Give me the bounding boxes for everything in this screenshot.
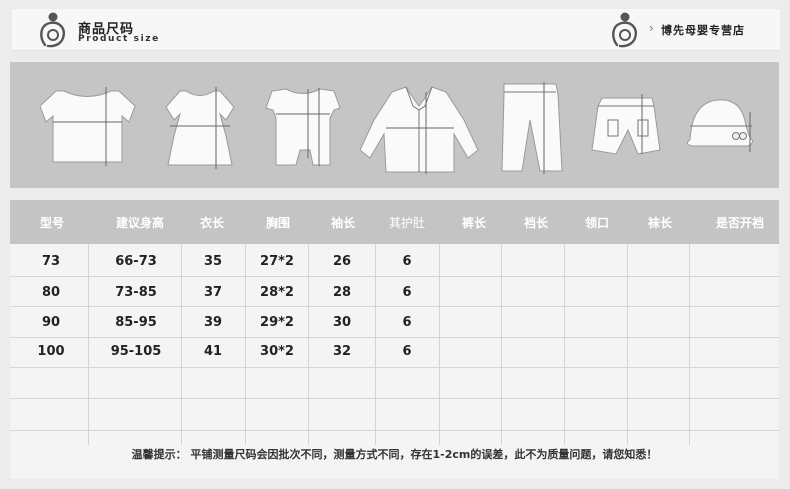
table-cell: 28*2 [260,285,294,300]
column-header-length: 衣长 [199,216,224,230]
shorts-icon [591,94,661,155]
column-header-sleeve: 袖长 [330,216,355,230]
table-cell: 35 [203,254,223,269]
jacket-icon [359,86,479,174]
header-bar: 商品尺码 Product size › 博先母婴专营店 [12,9,780,51]
column-header-pants-length: 裤长 [461,216,486,230]
table-cell: 6 [402,254,412,269]
long-pants-icon [501,82,563,174]
measurement-note: 温馨提示： 平铺测量尺码会因批次不同，测量方式不同，存在1-2cm的误差，此不为… [131,448,658,461]
chevron-right-icon: › [649,21,654,35]
table-cell: 6 [402,285,412,300]
table-cell: 66-73 [115,254,157,269]
romper-icon [265,88,341,166]
table-cell: 73-85 [115,285,157,300]
table-cell: 39 [203,315,223,330]
table-cell: 100 [37,344,65,359]
column-header-height: 建议身高 [115,216,164,230]
column-header-sock-length: 袜长 [647,216,672,230]
table-cell: 73 [41,254,61,269]
table-cell: 6 [402,315,412,330]
table-cell: 41 [203,344,223,359]
column-header-model: 型号 [39,216,64,230]
table-cell: 32 [332,344,352,359]
table-cell: 85-95 [115,315,157,330]
table-cell: 29*2 [260,315,294,330]
table-cell: 80 [41,285,61,300]
page-subtitle: Product size [78,34,160,44]
baby-in-womb-logo-icon [40,12,65,48]
table-cell: 30 [332,315,352,330]
table-header: 型号 建议身高 衣长 胸围 袖长 其护肚 裤长 裆长 领口 袜长 是否开裆 [10,200,779,244]
table-cell: 30*2 [260,344,294,359]
garment-diagram-band [10,62,779,188]
column-header-open-crotch: 是否开裆 [715,216,764,230]
size-table: 型号 建议身高 衣长 胸围 袖长 其护肚 裤长 裆长 领口 袜长 是否开裆 73… [10,200,779,479]
column-header-neckline: 领口 [584,216,609,230]
store-link[interactable]: 博先母婴专营店 [661,22,745,38]
t-shirt-icon [39,87,136,166]
table-cell: 27*2 [260,254,294,269]
baby-in-womb-logo-icon [612,12,637,48]
hat-icon [686,99,754,152]
table-cell: 6 [402,344,412,359]
table-cell: 37 [203,285,223,300]
column-header-chest: 胸围 [265,216,290,230]
column-header-belly-guard: 其护肚 [388,216,425,230]
dress-icon [165,87,235,169]
table-cell: 95-105 [110,344,162,359]
table-cell: 26 [332,254,352,269]
table-cell: 28 [332,285,352,300]
column-header-crotch: 裆长 [523,216,548,230]
table-cell: 90 [41,315,61,330]
